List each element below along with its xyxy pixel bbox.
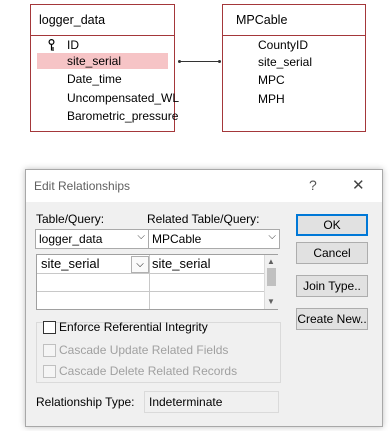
table-title: logger_data [39,13,106,27]
field-item[interactable]: MPH [258,91,285,107]
create-new-button[interactable]: Create New.. [296,308,368,330]
join-type-button[interactable]: Join Type.. [296,275,368,297]
dialog-title: Edit Relationships [34,179,131,193]
relationship-endpoint [218,60,221,63]
scroll-thumb[interactable] [267,268,276,286]
related-table-query-select[interactable]: MPCable ⌵ [148,229,280,249]
cascade-update-label: Cascade Update Related Fields [59,343,229,357]
relationship-type-value: Indeterminate [149,395,223,409]
related-table-query-label: Related Table/Query: [147,212,260,226]
cascade-update-checkbox[interactable] [43,344,56,357]
field-item[interactable]: Barometric_pressure [67,108,178,124]
cascade-delete-checkbox[interactable] [43,365,56,378]
relationship-type-box: Indeterminate [144,391,279,413]
edit-relationships-dialog[interactable]: Edit Relationships ? ✕ Table/Query: Rela… [25,169,383,427]
dialog-titlebar[interactable]: Edit Relationships ? ✕ [26,170,382,202]
grid-row-divider [37,273,264,274]
ok-button[interactable]: OK [296,214,368,236]
relationship-line[interactable] [180,61,221,62]
table-header[interactable]: logger_data [31,5,174,36]
field-mapping-grid[interactable]: site_serial ⌵ site_serial ▲ ▼ [36,254,278,310]
field-item[interactable]: CountyID [258,37,308,53]
scroll-up-icon[interactable]: ▲ [267,257,275,266]
help-button[interactable]: ? [309,177,317,193]
table-title: MPCable [236,13,288,27]
table-query-value: logger_data [39,232,103,246]
field-item[interactable]: site_serial [258,54,312,70]
relationship-endpoint [178,60,181,63]
field-item[interactable]: MPC [258,72,285,88]
field-item-selected[interactable]: site_serial [37,53,168,69]
close-button[interactable]: ✕ [352,176,365,194]
grid-left-dropdown[interactable]: ⌵ [131,256,149,273]
chevron-down-icon: ⌵ [136,259,144,270]
cascade-delete-label: Cascade Delete Related Records [59,364,238,378]
table-query-select[interactable]: logger_data ⌵ [35,229,149,249]
grid-row-divider [37,291,264,292]
relationship-type-label: Relationship Type: [36,395,135,409]
field-item[interactable]: Date_time [67,71,122,87]
chevron-down-icon: ⌵ [268,231,276,242]
enforce-integrity-label[interactable]: Enforce Referential Integrity [59,320,208,334]
chevron-down-icon: ⌵ [137,231,145,242]
table-mpcable[interactable]: MPCable CountyID site_serial MPC MPH [222,4,366,132]
table-header[interactable]: MPCable [223,5,365,36]
scroll-down-icon[interactable]: ▼ [267,297,275,306]
related-table-query-value: MPCable [152,232,202,246]
table-query-label: Table/Query: [36,212,105,226]
table-logger-data[interactable]: logger_data ID site_serial Date_time Unc… [30,4,179,132]
integrity-options-group: Enforce Referential Integrity Cascade Up… [36,320,281,383]
field-item[interactable]: ID [67,37,79,53]
grid-left-field[interactable]: site_serial [41,256,100,271]
grid-scrollbar[interactable]: ▲ ▼ [264,255,278,309]
cancel-button[interactable]: Cancel [296,242,368,264]
primary-key-icon [48,39,55,51]
grid-right-field[interactable]: site_serial [152,256,211,271]
field-item[interactable]: Uncompensated_WL [67,90,179,106]
enforce-integrity-checkbox[interactable] [43,321,56,334]
grid-column-divider [149,255,150,309]
